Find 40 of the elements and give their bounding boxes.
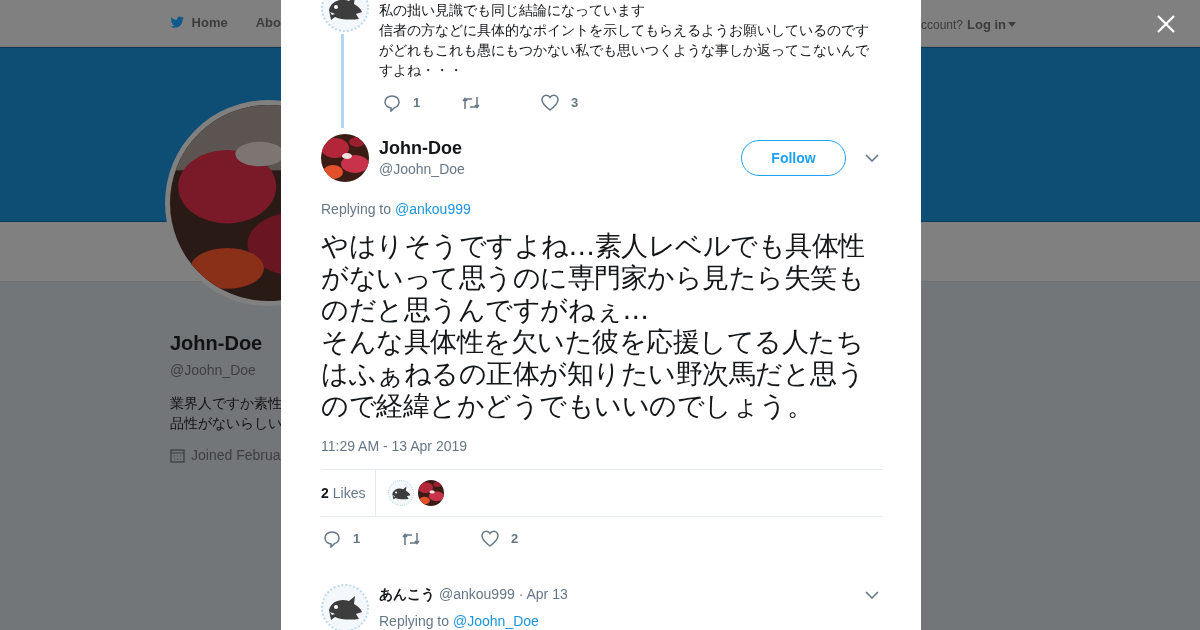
nav-link[interactable]: Abo xyxy=(255,13,281,33)
likes-label: Likes xyxy=(332,483,366,503)
mention-link[interactable]: @ankou999 xyxy=(395,199,471,220)
heart-icon[interactable] xyxy=(541,94,559,112)
retweet-icon[interactable] xyxy=(461,94,481,111)
close-icon[interactable] xyxy=(1157,15,1175,33)
user-name[interactable]: あんこう xyxy=(379,584,435,605)
profile-bio: 業界人ですか素性 品性がないらしい xyxy=(170,394,281,433)
user-handle[interactable]: @ankou999 xyxy=(439,584,515,605)
profile-name: John-Doe xyxy=(170,331,264,356)
avatar xyxy=(321,134,369,182)
chevron-down-icon[interactable] xyxy=(865,590,879,599)
tweet-date[interactable]: · Apr 13 xyxy=(518,584,568,605)
user-handle[interactable]: @Joohn_Doe xyxy=(379,158,741,180)
profile-handle: @Joohn_Doe xyxy=(170,361,257,380)
replying-label: Replying to xyxy=(321,200,392,219)
reply-icon[interactable] xyxy=(323,529,341,548)
avatar xyxy=(418,480,445,506)
caret-icon xyxy=(1008,22,1017,28)
user-name[interactable]: John-Doe xyxy=(379,136,741,159)
retweet-icon[interactable] xyxy=(401,530,421,547)
chevron-down-icon[interactable] xyxy=(865,154,879,162)
heart-icon[interactable] xyxy=(481,530,499,548)
action-count: 1 xyxy=(353,530,361,548)
reply-icon[interactable] xyxy=(383,93,401,112)
mention-link[interactable]: @Joohn_Doe xyxy=(453,611,539,630)
nav-link[interactable]: Home xyxy=(191,13,228,33)
tweet-timestamp: 11:29 AM - 13 Apr 2019 xyxy=(321,437,469,456)
action-count: 3 xyxy=(571,94,579,112)
join-date: Joined Februa xyxy=(191,446,281,465)
fish-avatar xyxy=(388,480,415,506)
login-link[interactable]: Log in xyxy=(967,15,1017,35)
like-count: 2 xyxy=(321,483,329,503)
calendar-icon xyxy=(170,448,185,463)
tweet-text: やはりそうですよね…素人レベルでも具体性がないって思うのに専門家から見たら失笑ものだと思うんですがねぇ… そんな具体性を欠いた彼を応援してる人たちはふぁねるの正体が知りたい野次馬だと思うので経緯とかどうでもいいのでしょう。 xyxy=(321,230,866,422)
replying-label: Replying to xyxy=(379,612,450,630)
tweet-text: 私の拙い見識でも同じ結論になっています 信者の方などに具体的なポイントを示してもらえるようお願いしているのです がどれもこれも愚にもつかない私でも思いつくような事しか返ってこないんで すよね・・・ xyxy=(379,1,870,80)
account-prompt: ccount? xyxy=(921,16,964,34)
action-count: 2 xyxy=(511,530,519,548)
action-count: 1 xyxy=(413,94,421,112)
